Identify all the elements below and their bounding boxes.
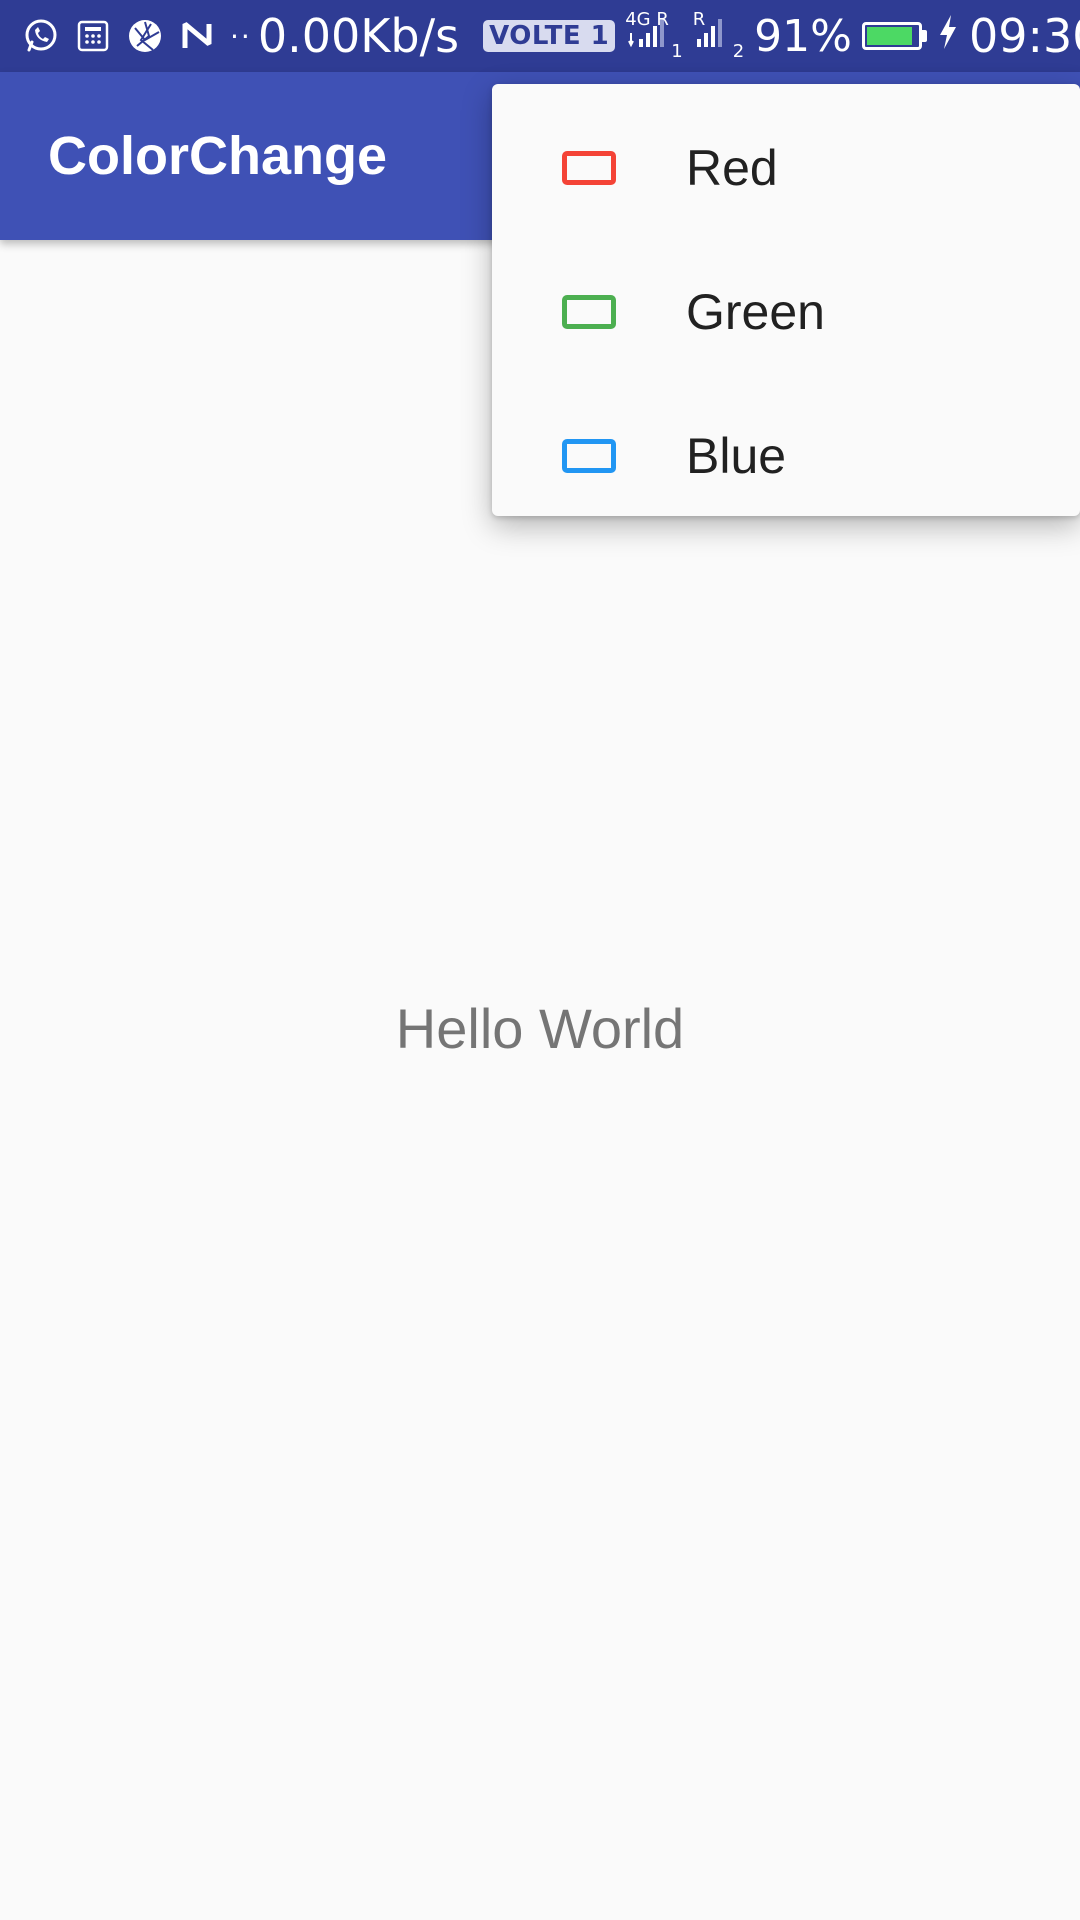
volte-badge: VOLTE 1 [483,20,616,52]
sim2-sub: 2 [732,40,745,62]
menu-item-blue[interactable]: Blue [492,384,1080,528]
green-swatch-icon [562,295,616,329]
red-swatch-icon [562,151,616,185]
clock: 09:30 [968,9,1080,63]
battery-percent: 91% [754,10,852,62]
calculator-icon [74,17,112,55]
hello-text: Hello World [395,996,685,1060]
status-bar-right: VOLTE 1 4G R 1 R 2 91% 09:3 [473,9,1080,63]
battery-icon [861,22,927,50]
sim1-signal: 4G R 1 [625,8,683,62]
sim2-label: R [692,8,706,30]
status-bar: ·· 0.00Kb/s VOLTE 1 4G R 1 R 2 91% 09:3 [0,0,1080,72]
sim1-sub: 1 [671,40,683,62]
whatsapp-icon [22,17,60,55]
menu-item-label: Blue [686,428,787,484]
sim1-label: 4G R [625,8,669,30]
menu-item-green[interactable]: Green [492,240,1080,384]
status-dots: ·· [230,19,252,53]
menu-item-label: Green [686,284,825,340]
menu-item-red[interactable]: Red [492,96,1080,240]
status-bar-left: ·· 0.00Kb/s [22,9,473,63]
battery-tip [921,30,927,42]
n-notification-icon [178,17,216,55]
aperture-icon [126,17,164,55]
charging-bolt-icon [937,11,959,62]
app-title: ColorChange [48,126,388,186]
blue-swatch-icon [562,439,616,473]
network-speed: 0.00Kb/s [257,9,460,63]
sim2-signal: R 2 [692,8,745,62]
options-menu: Red Green Blue [492,84,1080,516]
battery-body [861,22,922,50]
battery-fill [866,27,913,45]
menu-item-label: Red [686,140,778,196]
